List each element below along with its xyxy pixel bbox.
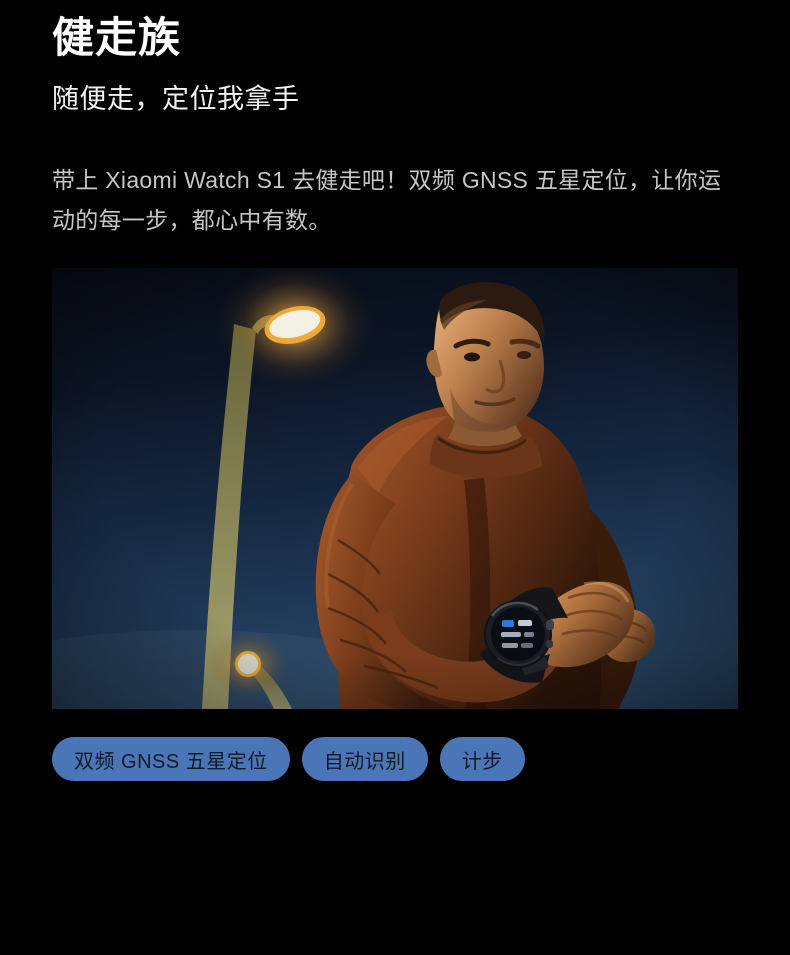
feature-tag-list: 双频 GNSS 五星定位 自动识别 计步	[52, 737, 525, 781]
feature-tag-auto-detect[interactable]: 自动识别	[301, 737, 428, 781]
section-description: 带上 Xiaomi Watch S1 去健走吧！双频 GNSS 五星定位，让你运…	[52, 167, 722, 233]
feature-tag-gnss[interactable]: 双频 GNSS 五星定位	[52, 737, 290, 781]
feature-photo	[52, 268, 738, 709]
section-subtitle: 随便走，定位我拿手	[52, 84, 300, 114]
page-title: 健走族	[52, 14, 182, 61]
night-runner-illustration	[52, 268, 738, 709]
product-feature-section: 健走族 随便走，定位我拿手 带上 Xiaomi Watch S1 去健走吧！双频…	[0, 0, 790, 955]
feature-tag-step-count[interactable]: 计步	[439, 737, 525, 781]
